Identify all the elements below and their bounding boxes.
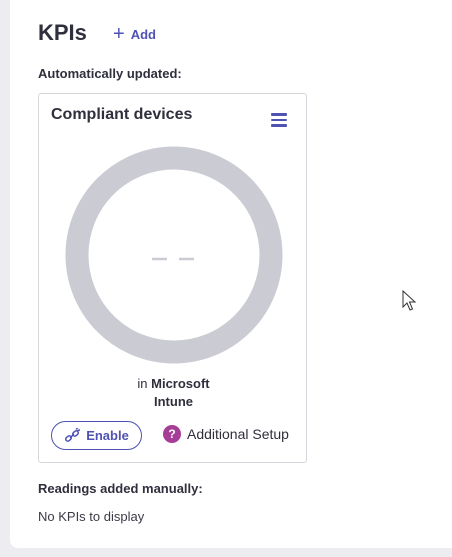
source-name-line2: Intune: [154, 394, 193, 409]
enable-label: Enable: [86, 428, 129, 443]
kpi-panel: KPIs + Add Automatically updated: Compli…: [10, 0, 452, 548]
kpi-source: in Microsoft Intune: [39, 375, 308, 411]
mouse-cursor-icon: [402, 290, 416, 311]
kpi-donut-chart: [65, 146, 283, 364]
link-icon: [65, 427, 81, 442]
add-kpi-button[interactable]: + Add: [113, 23, 156, 45]
empty-state-text: No KPIs to display: [38, 509, 145, 524]
auto-section-label: Automatically updated:: [38, 66, 182, 81]
additional-setup-link[interactable]: ? Additional Setup: [163, 425, 289, 443]
page-title: KPIs: [38, 20, 87, 45]
kpi-card-title: Compliant devices: [51, 106, 193, 123]
add-kpi-label: Add: [130, 26, 156, 42]
plus-icon: +: [113, 23, 125, 45]
additional-setup-label: Additional Setup: [187, 426, 289, 442]
kpi-card: Compliant devices in Microsoft Intune En…: [38, 93, 307, 463]
hamburger-menu-icon[interactable]: [271, 113, 287, 127]
manual-section-label: Readings added manually:: [38, 481, 203, 496]
help-icon: ?: [163, 425, 181, 443]
source-prefix: in: [137, 376, 148, 391]
source-name-line1: Microsoft: [151, 376, 210, 391]
enable-button[interactable]: Enable: [51, 421, 142, 450]
